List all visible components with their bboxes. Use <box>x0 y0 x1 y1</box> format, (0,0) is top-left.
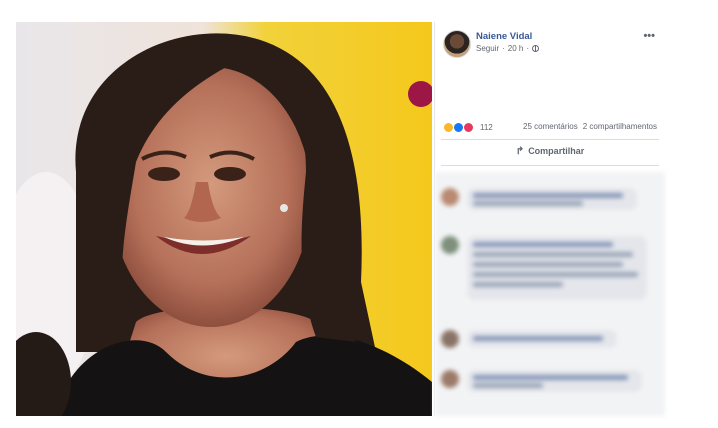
comment-item <box>441 236 651 306</box>
comment-item <box>441 188 641 214</box>
share-icon: ↱ <box>515 146 525 157</box>
post-meta: Seguir · 20 h · <box>476 44 540 53</box>
reactions-summary[interactable]: 112 <box>443 122 493 133</box>
more-options-button[interactable]: ••• <box>643 30 655 42</box>
share-button[interactable]: ↱ Compartilhar <box>435 146 665 157</box>
meta-separator-2: · <box>526 44 530 53</box>
comment-item <box>441 370 651 396</box>
avatar-icon[interactable] <box>443 30 471 58</box>
comment-bubble <box>467 330 617 348</box>
love-icon <box>463 122 474 133</box>
commenter-avatar <box>441 188 459 206</box>
comment-bubble <box>467 370 642 392</box>
shares-count-link[interactable]: 2 compartilhamentos <box>583 122 657 131</box>
follow-link[interactable]: Seguir <box>476 44 499 53</box>
engagement-counts: 25 comentários 2 compartilhamentos <box>523 122 657 131</box>
share-button-label: Compartilhar <box>528 146 585 156</box>
comments-section <box>435 172 665 416</box>
commenter-avatar <box>441 370 459 388</box>
divider <box>441 139 659 140</box>
globe-icon <box>532 45 540 52</box>
commenter-avatar <box>441 330 459 348</box>
comment-bubble <box>467 236 647 300</box>
post-side-panel: Naiene Vidal Seguir · 20 h · ••• 112 25 … <box>434 22 665 416</box>
photo-image <box>16 22 432 416</box>
commenter-avatar <box>441 236 459 254</box>
comment-item <box>441 330 641 352</box>
reactions-count: 112 <box>480 123 493 132</box>
post-photo[interactable] <box>16 22 432 416</box>
divider <box>441 165 659 166</box>
comment-bubble <box>467 188 637 210</box>
meta-separator: · <box>502 44 505 53</box>
author-name-link[interactable]: Naiene Vidal <box>476 31 532 42</box>
comments-count-link[interactable]: 25 comentários <box>523 122 578 131</box>
post-time-link[interactable]: 20 h <box>508 44 524 53</box>
